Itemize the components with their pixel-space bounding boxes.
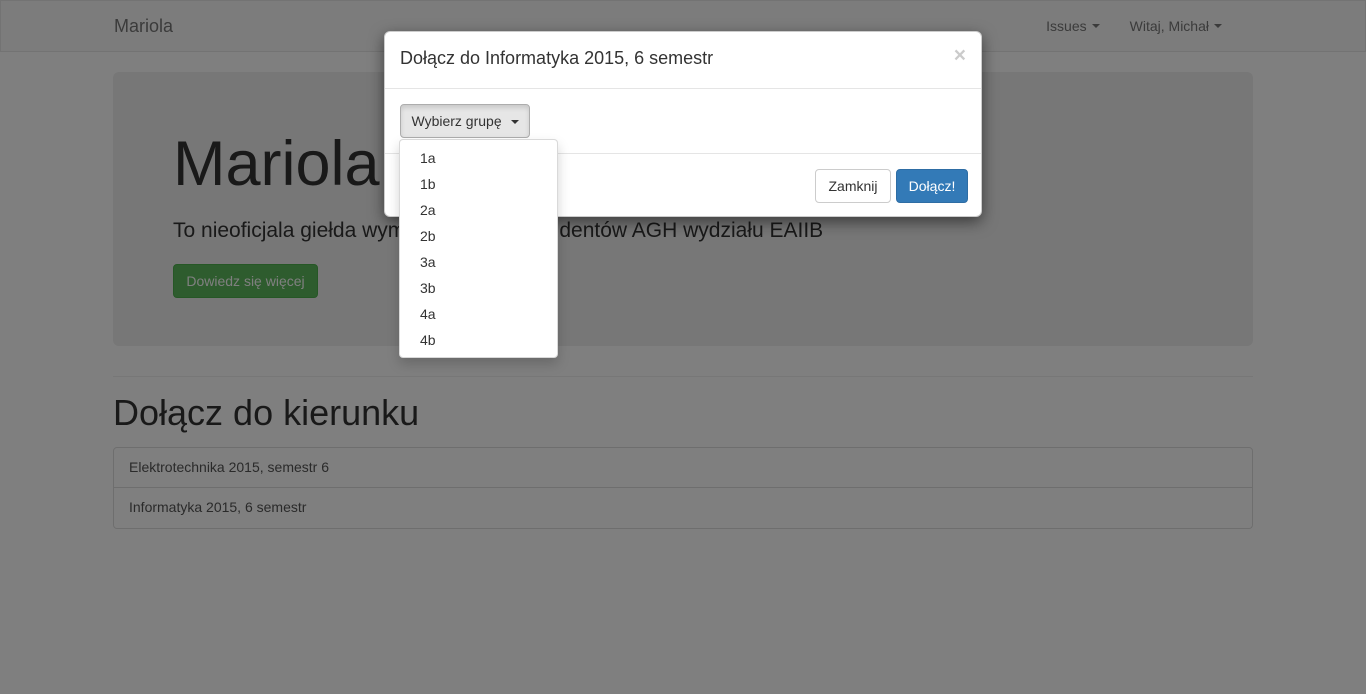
group-option[interactable]: 4a — [400, 301, 557, 327]
group-option[interactable]: 2a — [400, 197, 557, 223]
close-button[interactable]: Zamknij — [815, 169, 891, 203]
group-option[interactable]: 2b — [400, 223, 557, 249]
group-option[interactable]: 1a — [400, 145, 557, 171]
group-dropdown-label: Wybierz grupę — [411, 113, 502, 129]
group-option[interactable]: 4b — [400, 327, 557, 353]
modal-header: Dołącz do Informatyka 2015, 6 semestr × — [385, 32, 981, 89]
group-dropdown-button[interactable]: Wybierz grupę — [400, 104, 530, 138]
join-button[interactable]: Dołącz! — [896, 169, 968, 203]
close-icon[interactable]: × — [954, 45, 966, 66]
modal-title: Dołącz do Informatyka 2015, 6 semestr — [400, 48, 714, 68]
group-option[interactable]: 3a — [400, 249, 557, 275]
group-option[interactable]: 3b — [400, 275, 557, 301]
group-option[interactable]: 1b — [400, 171, 557, 197]
group-dropdown-menu: 1a 1b 2a 2b 3a 3b 4a 4b — [399, 139, 558, 358]
caret-down-icon — [510, 120, 519, 125]
